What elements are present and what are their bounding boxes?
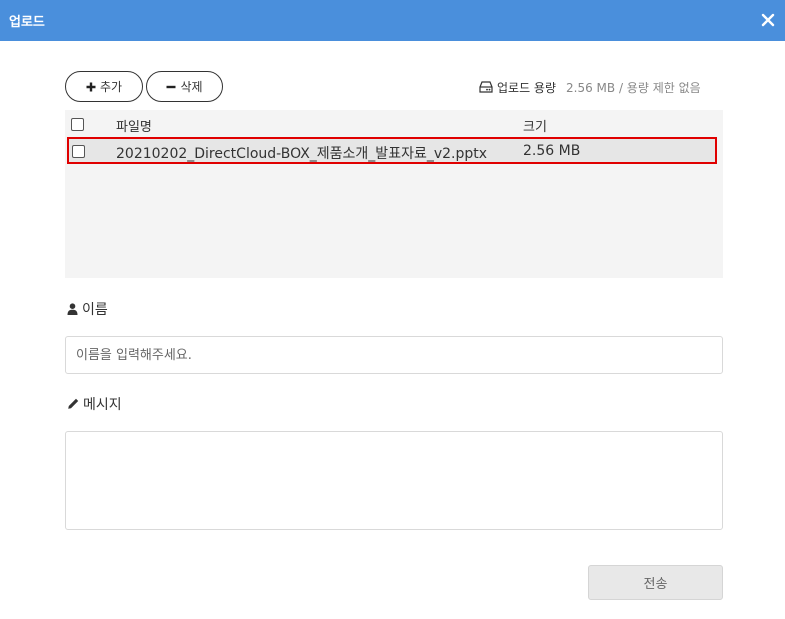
add-file-button[interactable]: 추가 (65, 71, 143, 102)
message-field-label: 메시지 (67, 394, 122, 414)
name-input[interactable] (65, 336, 723, 374)
name-field-label: 이름 (67, 299, 108, 319)
capacity-value: 2.56 MB / 용량 제한 없음 (566, 80, 701, 95)
capacity-label: 업로드 용량 (497, 80, 557, 95)
file-row[interactable]: 20210202_DirectCloud-BOX_제품소개_발표자료_v2.pp… (67, 137, 717, 164)
file-name: 20210202_DirectCloud-BOX_제품소개_발표자료_v2.pp… (116, 146, 488, 162)
file-list-header: 파일명 크기 (65, 110, 723, 137)
dialog-title: 업로드 (9, 15, 45, 30)
add-file-label: 추가 (99, 80, 123, 94)
name-label-text: 이름 (82, 302, 108, 318)
send-button-label: 전송 (643, 577, 668, 592)
close-icon (761, 13, 775, 27)
column-header-filename: 파일명 (116, 120, 152, 135)
user-icon (67, 303, 78, 315)
close-button[interactable] (760, 12, 776, 28)
hard-drive-icon (479, 81, 493, 93)
dialog-header: 업로드 (0, 0, 785, 41)
pencil-icon (68, 398, 79, 409)
file-row-checkbox[interactable] (72, 145, 85, 158)
upload-capacity: 업로드 용량 2.56 MB / 용량 제한 없음 (479, 78, 701, 96)
message-label-text: 메시지 (83, 397, 122, 413)
column-header-size: 크기 (523, 120, 547, 135)
select-all-checkbox[interactable] (71, 118, 84, 131)
message-input[interactable] (65, 431, 723, 530)
delete-file-button[interactable]: 삭제 (146, 71, 223, 102)
minus-icon (166, 85, 176, 88)
send-button[interactable]: 전송 (588, 565, 723, 600)
file-size: 2.56 MB (523, 143, 581, 159)
delete-file-label: 삭제 (180, 80, 203, 94)
plus-icon (86, 82, 96, 91)
file-list: 파일명 크기 20210202_DirectCloud-BOX_제품소개_발표자… (65, 110, 723, 278)
